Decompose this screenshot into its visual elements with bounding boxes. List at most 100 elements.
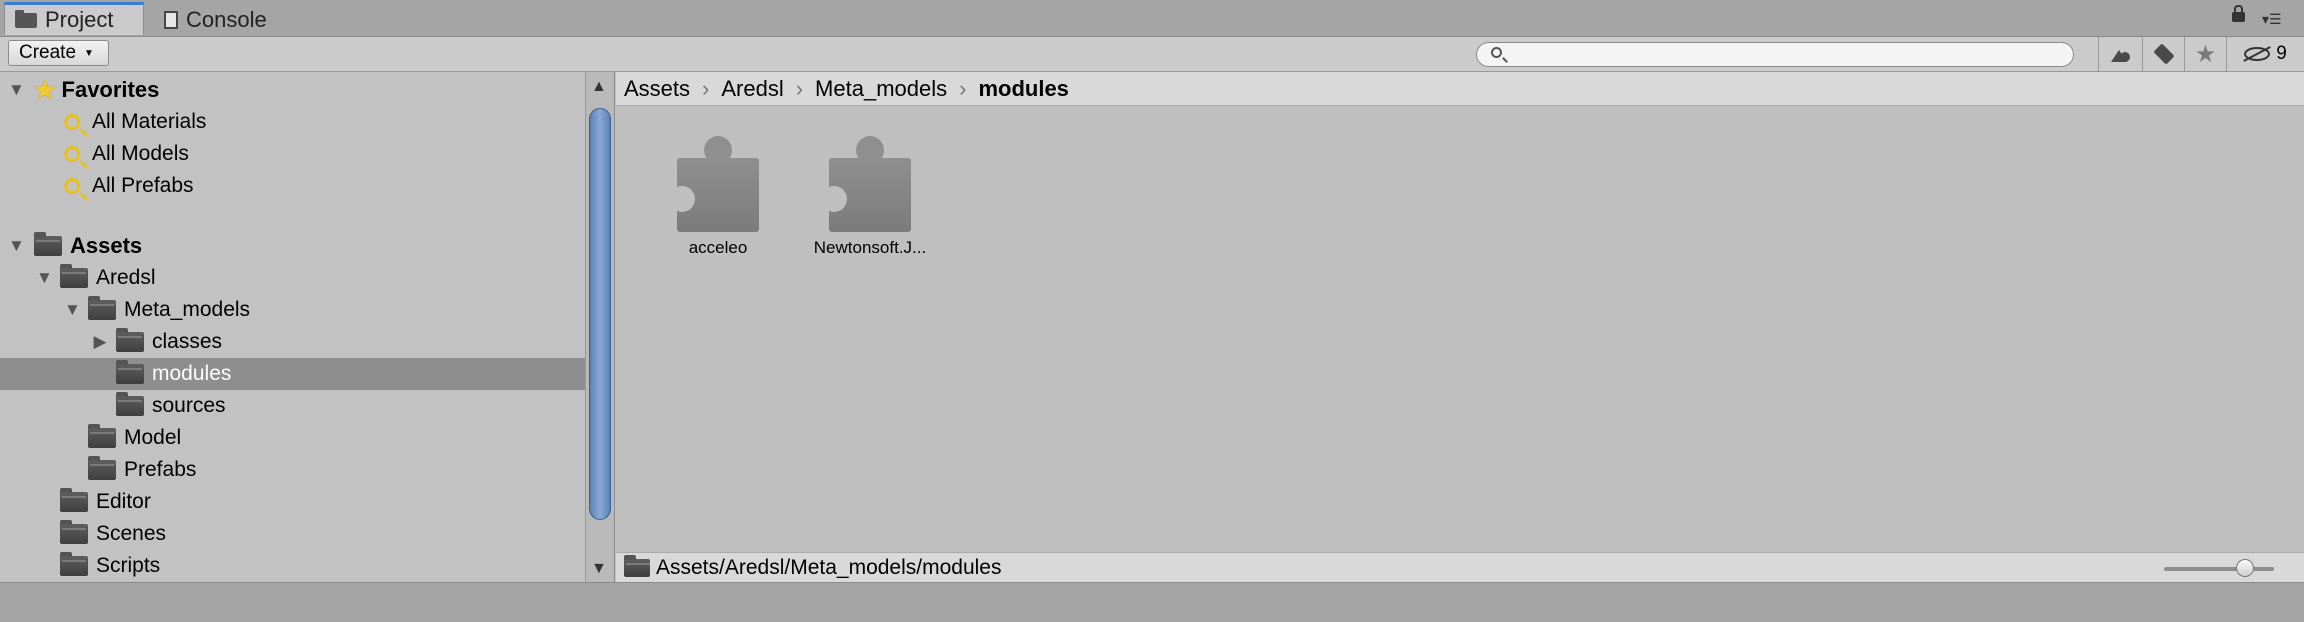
search-input[interactable] bbox=[1476, 42, 2074, 67]
tree-item-label: Meta_models bbox=[124, 298, 251, 321]
tree-item-label: classes bbox=[152, 330, 223, 353]
breadcrumb-item[interactable]: Meta_models bbox=[815, 76, 947, 102]
breadcrumb-item[interactable]: Aredsl bbox=[721, 76, 783, 102]
tree-favorites-label: Favorites bbox=[61, 77, 160, 102]
scroll-down-arrow-icon[interactable]: ▼ bbox=[591, 560, 607, 578]
folder-icon bbox=[60, 488, 88, 512]
scroll-up-arrow-icon[interactable]: ▲ bbox=[591, 78, 607, 96]
tree-favorites[interactable]: ▼ ★ Favorites bbox=[0, 74, 585, 106]
status-bar bbox=[0, 582, 2304, 622]
current-path: Assets/Aredsl/Meta_models/modules bbox=[656, 555, 1002, 579]
folder-icon bbox=[60, 520, 88, 544]
console-icon bbox=[164, 10, 178, 29]
hidden-packages-toggle[interactable]: 9 bbox=[2226, 37, 2304, 71]
tree-item-label: Model bbox=[124, 426, 182, 449]
asset-view: Assets › Aredsl › Meta_models › modules … bbox=[616, 72, 2304, 582]
breadcrumb-current[interactable]: modules bbox=[978, 76, 1068, 102]
folder-icon bbox=[116, 328, 144, 352]
folder-icon bbox=[116, 360, 144, 384]
zoom-slider[interactable] bbox=[2164, 567, 2274, 571]
tree-item-label: Editor bbox=[96, 490, 151, 513]
tree-scrollbar[interactable]: ▲ ▼ bbox=[585, 72, 615, 582]
search-filter-icon bbox=[64, 114, 80, 130]
tree-assets[interactable]: ▼ Assets bbox=[0, 230, 585, 262]
folder-icon bbox=[88, 296, 116, 320]
asset-label: acceleo bbox=[688, 238, 748, 257]
tree-item-model[interactable]: Model bbox=[0, 422, 585, 454]
chevron-right-icon: › bbox=[959, 75, 967, 101]
folder-icon bbox=[60, 264, 88, 288]
tab-project[interactable]: Project bbox=[4, 2, 144, 35]
folder-icon bbox=[60, 552, 88, 576]
tree-item-modules[interactable]: modules bbox=[0, 358, 585, 390]
breadcrumb: Assets › Aredsl › Meta_models › modules bbox=[616, 72, 2304, 106]
chevron-right-icon: › bbox=[702, 75, 710, 101]
favorites-star-icon: ★ bbox=[34, 76, 56, 104]
puzzle-icon bbox=[669, 136, 759, 232]
tree-item-label: Scripts bbox=[96, 554, 161, 577]
folder-icon bbox=[15, 9, 37, 28]
folder-icon bbox=[624, 554, 650, 577]
tree-item-label: Scenes bbox=[96, 522, 167, 545]
tree-item-favorite[interactable]: All Prefabs bbox=[0, 170, 585, 202]
tree-item-aredsl[interactable]: ▼ Aredsl bbox=[0, 262, 585, 294]
create-button-label: Create bbox=[19, 42, 77, 63]
scrollbar-thumb[interactable] bbox=[589, 108, 611, 520]
tree-item-prefabs[interactable]: Prefabs bbox=[0, 454, 585, 486]
folder-icon bbox=[34, 232, 62, 256]
asset-item[interactable]: acceleo bbox=[648, 134, 788, 258]
hidden-count: 9 bbox=[2276, 43, 2287, 64]
tree-item-label: All Materials bbox=[92, 110, 207, 133]
project-tree: ▼ ★ Favorites All Materials All Models A… bbox=[0, 72, 585, 582]
tree-item-favorite[interactable]: All Models bbox=[0, 138, 585, 170]
eye-hidden-icon bbox=[2244, 47, 2271, 61]
collapse-triangle-icon[interactable]: ▶ bbox=[92, 332, 108, 352]
expand-triangle-icon[interactable]: ▼ bbox=[8, 236, 25, 256]
search-filter-icon bbox=[64, 146, 80, 162]
tab-console[interactable]: Console bbox=[164, 3, 267, 36]
search-filter-icon bbox=[64, 178, 80, 194]
create-button[interactable]: Create ▼ bbox=[8, 40, 109, 66]
tab-menu-icon[interactable]: ▾☰ bbox=[2262, 12, 2282, 26]
tree-item-label: Aredsl bbox=[96, 266, 156, 289]
shapes-icon bbox=[2110, 46, 2131, 62]
chevron-right-icon: › bbox=[795, 75, 804, 101]
expand-triangle-icon[interactable]: ▼ bbox=[36, 268, 53, 288]
tree-item-label: Prefabs bbox=[124, 458, 197, 481]
tree-item-classes[interactable]: ▶ classes bbox=[0, 326, 585, 358]
tab-project-label: Project bbox=[45, 7, 114, 32]
save-search-favorite-button[interactable]: ★ bbox=[2184, 37, 2226, 71]
tree-assets-label: Assets bbox=[70, 233, 143, 258]
zoom-slider-handle[interactable] bbox=[2236, 559, 2254, 577]
puzzle-icon bbox=[821, 136, 911, 232]
search-icon bbox=[1491, 47, 1502, 58]
tree-item-sources[interactable]: sources bbox=[0, 390, 585, 422]
expand-triangle-icon[interactable]: ▼ bbox=[64, 300, 81, 320]
tree-item-favorite[interactable]: All Materials bbox=[0, 106, 585, 138]
breadcrumb-item[interactable]: Assets bbox=[624, 76, 690, 102]
tree-item-label: modules bbox=[152, 362, 232, 385]
tab-console-label: Console bbox=[186, 6, 267, 32]
folder-icon bbox=[88, 456, 116, 480]
caret-down-icon: ▼ bbox=[84, 47, 94, 59]
tree-item-meta-models[interactable]: ▼ Meta_models bbox=[0, 294, 585, 326]
tree-item-editor[interactable]: Editor bbox=[0, 486, 585, 518]
filter-by-label-button[interactable] bbox=[2142, 37, 2184, 71]
tag-icon bbox=[2152, 43, 2175, 65]
folder-icon bbox=[88, 424, 116, 448]
folder-icon bbox=[116, 392, 144, 416]
path-bar: Assets/Aredsl/Meta_models/modules bbox=[616, 552, 2304, 582]
asset-item[interactable]: Newtonsoft.J... bbox=[800, 134, 940, 258]
tree-item-label: sources bbox=[152, 394, 226, 417]
tree-item-scenes[interactable]: Scenes bbox=[0, 518, 585, 550]
tree-item-label: All Models bbox=[92, 142, 189, 165]
filter-by-type-button[interactable] bbox=[2098, 37, 2142, 71]
tree-item-label: All Prefabs bbox=[92, 174, 194, 197]
star-icon: ★ bbox=[2194, 40, 2217, 68]
asset-label: Newtonsoft.J... bbox=[813, 238, 927, 257]
lock-icon[interactable] bbox=[2232, 5, 2245, 22]
tab-bar: Project Console ▾☰ bbox=[0, 0, 2304, 37]
toolbar: Create ▼ ★ 9 bbox=[0, 37, 2304, 72]
tree-item-scripts[interactable]: Scripts bbox=[0, 550, 585, 582]
expand-triangle-icon[interactable]: ▼ bbox=[8, 80, 25, 100]
